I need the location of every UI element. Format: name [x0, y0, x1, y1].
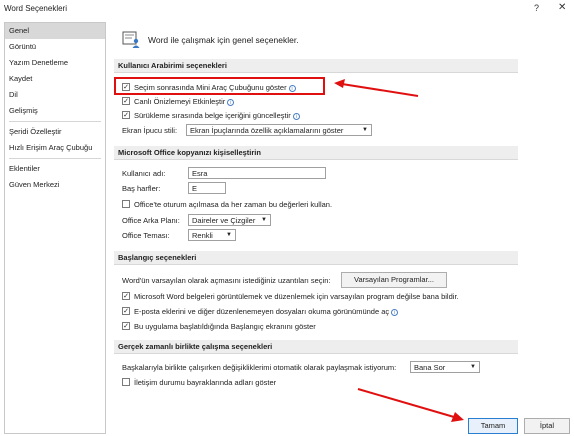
show-start-option[interactable]: ✓ Bu uygulama başlatıldığında Başlangıç e… — [122, 320, 316, 333]
notify-default-checkbox[interactable]: ✓ — [122, 292, 130, 301]
intro-text: Word ile çalışmak için genel seçenekler. — [148, 35, 299, 45]
cancel-button[interactable]: İptal — [524, 418, 570, 434]
username-label: Kullanıcı adı: — [122, 169, 166, 178]
tooltip-style-select[interactable]: Ekran İpuçlarında özellik açıklamalarını… — [186, 124, 372, 136]
chevron-down-icon: ▼ — [470, 364, 476, 370]
tooltip-style-value: Ekran İpuçlarında özellik açıklamalarını… — [190, 126, 344, 135]
show-start-checkbox[interactable]: ✓ — [122, 322, 130, 331]
settings-people-icon — [122, 31, 140, 48]
annotation-arrow-icon — [357, 388, 464, 422]
live-preview-label: Canlı Önizlemeyi Etkinleştir — [134, 97, 226, 106]
highlight-box — [114, 77, 325, 95]
always-use-checkbox[interactable] — [122, 200, 130, 209]
show-start-label: Bu uygulama başlatıldığında Başlangıç ek… — [134, 322, 316, 331]
show-names-checkbox[interactable] — [122, 378, 130, 387]
office-theme-label: Office Teması: — [122, 231, 170, 240]
office-background-value: Daireler ve Çizgiler — [192, 216, 256, 225]
sidebar-item-dil[interactable]: Dil — [5, 87, 105, 103]
initials-field[interactable]: E — [188, 182, 226, 194]
sidebar-item-eklentiler[interactable]: Eklentiler — [5, 161, 105, 177]
share-changes-value: Bana Sor — [414, 363, 446, 372]
show-names-option[interactable]: İletişim durumu bayraklarında adları gös… — [122, 376, 276, 389]
default-programs-button[interactable]: Varsayılan Programlar... — [341, 272, 447, 288]
drag-update-option[interactable]: ✓ Sürükleme sırasında belge içeriğini gün… — [122, 109, 300, 122]
share-changes-select[interactable]: Bana Sor ▼ — [410, 361, 480, 373]
section-header-ui: Kullanıcı Arabirimi seçenekleri — [114, 59, 518, 73]
default-extensions-label: Word'ün varsayılan olarak açmasını isted… — [122, 276, 331, 285]
open-reading-option[interactable]: ✓ E-posta eklerini ve diğer düzenlenemeye… — [122, 305, 399, 318]
office-theme-value: Renkli — [192, 231, 213, 240]
sidebar-divider — [9, 158, 101, 159]
office-background-label: Office Arka Planı: — [122, 216, 180, 225]
sidebar-item-goruntu[interactable]: Görüntü — [5, 39, 105, 55]
open-reading-checkbox[interactable]: ✓ — [122, 307, 130, 316]
always-use-label: Office'te oturum açılmasa da her zaman b… — [134, 200, 333, 209]
sidebar-item-genel[interactable]: Genel — [5, 23, 105, 39]
section-header-realtime: Gerçek zamanlı birlikte çalışma seçenekl… — [114, 340, 518, 354]
info-icon: i — [391, 308, 399, 316]
sidebar: Genel Görüntü Yazım Denetleme Kaydet Dil… — [4, 22, 106, 434]
section-header-office: Microsoft Office kopyanızı kişiselleştir… — [114, 146, 518, 160]
help-button[interactable]: ? — [534, 3, 539, 13]
initials-label: Baş harfler: — [122, 184, 161, 193]
annotation-arrow-icon — [334, 79, 419, 97]
live-preview-option[interactable]: ✓ Canlı Önizlemeyi Etkinleştir i — [122, 95, 235, 108]
close-button[interactable]: ✕ — [558, 2, 566, 13]
drag-update-label: Sürükleme sırasında belge içeriğini günc… — [134, 111, 291, 120]
always-use-option[interactable]: Office'te oturum açılmasa da her zaman b… — [122, 198, 332, 211]
drag-update-checkbox[interactable]: ✓ — [122, 111, 130, 120]
show-names-label: İletişim durumu bayraklarında adları gös… — [134, 378, 277, 387]
sidebar-item-guven-merkezi[interactable]: Güven Merkezi — [5, 177, 105, 193]
office-background-select[interactable]: Daireler ve Çizgiler ▼ — [188, 214, 271, 226]
chevron-down-icon: ▼ — [261, 217, 267, 223]
info-icon: i — [292, 112, 300, 120]
live-preview-checkbox[interactable]: ✓ — [122, 97, 130, 106]
share-changes-label: Başkalarıyla birlikte çalışırken değişik… — [122, 363, 397, 372]
tooltip-style-label: Ekran İpucu stili: — [122, 126, 178, 135]
chevron-down-icon: ▼ — [226, 232, 232, 238]
open-reading-label: E-posta eklerini ve diğer düzenlenemeyen… — [134, 307, 390, 316]
chevron-down-icon: ▼ — [362, 127, 368, 133]
window-title: Word Seçenekleri — [4, 4, 67, 13]
sidebar-item-kaydet[interactable]: Kaydet — [5, 71, 105, 87]
sidebar-item-gelismis[interactable]: Gelişmiş — [5, 103, 105, 119]
sidebar-item-yazim-denetleme[interactable]: Yazım Denetleme — [5, 55, 105, 71]
ok-button[interactable]: Tamam — [468, 418, 518, 434]
sidebar-divider — [9, 121, 101, 122]
office-theme-select[interactable]: Renkli ▼ — [188, 229, 236, 241]
sidebar-item-hizli-erisim[interactable]: Hızlı Erişim Araç Çubuğu — [5, 140, 105, 156]
username-field[interactable]: Esra — [188, 167, 326, 179]
title-bar: Word Seçenekleri ? ✕ — [0, 0, 574, 20]
notify-default-option[interactable]: ✓ Microsoft Word belgeleri görüntülemek v… — [122, 290, 459, 303]
notify-default-label: Microsoft Word belgeleri görüntülemek ve… — [134, 292, 459, 301]
section-header-startup: Başlangıç seçenekleri — [114, 251, 518, 265]
sidebar-item-seridi-ozellestir[interactable]: Şeridi Özelleştir — [5, 124, 105, 140]
info-icon: i — [227, 98, 235, 106]
